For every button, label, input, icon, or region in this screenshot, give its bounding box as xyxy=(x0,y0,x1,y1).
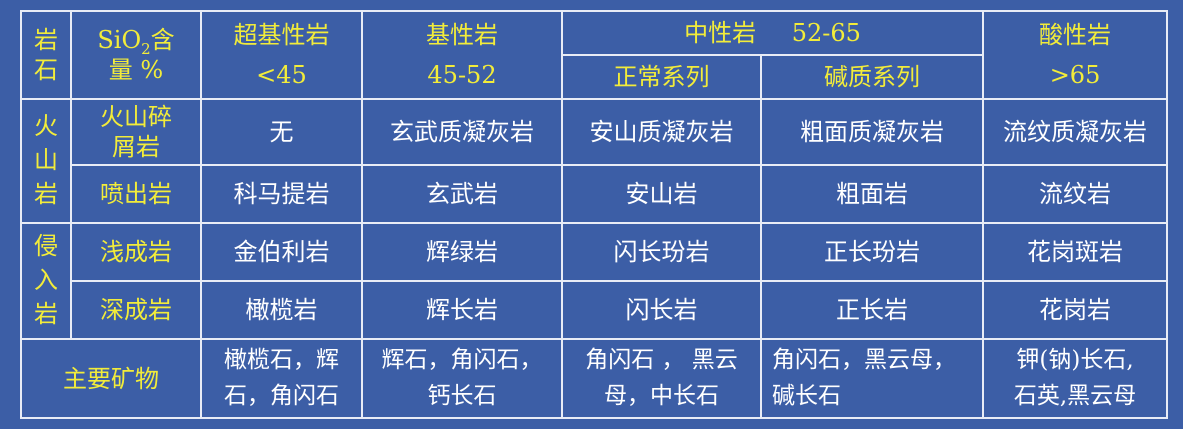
rock-classification-table: 岩 石 SiO2含 量 % 超基性岩 <45 基性岩 45-52 中性岩 52-… xyxy=(20,10,1169,419)
header-acidic-name: 酸性岩 xyxy=(1039,21,1112,49)
header-rock-line2: 石 xyxy=(34,56,58,84)
header-sio2-line1: SiO2含 xyxy=(76,25,196,58)
mineral-cell: 钾(钠)长石, 石英,黑云母 xyxy=(982,338,1169,419)
mineral-line: 石，角闪石 xyxy=(224,382,339,409)
header-intermediate-name: 中性岩 xyxy=(684,19,757,47)
table-cell: 正长玢岩 xyxy=(759,222,985,282)
group-volcanic-char3: 岩 xyxy=(34,179,58,208)
table-cell: 玄武岩 xyxy=(361,164,563,224)
table-cell: 流纹质凝灰岩 xyxy=(982,98,1169,166)
table-cell: 粗面岩 xyxy=(759,164,985,224)
minerals-label: 主要矿物 xyxy=(20,338,202,419)
header-sio2-cell: SiO2含 量 % xyxy=(70,10,202,100)
header-alkaline-series: 碱质系列 xyxy=(759,54,985,100)
table-cell: 粗面质凝灰岩 xyxy=(759,98,985,166)
table-cell: 安山岩 xyxy=(561,164,762,224)
mineral-line: 母，中长石 xyxy=(604,382,719,409)
group-volcanic-char1: 火 xyxy=(34,112,58,141)
table-cell: 闪长岩 xyxy=(561,280,762,340)
mineral-cell: 角闪石，黑云母， 碱长石 xyxy=(759,338,985,419)
mineral-cell: 橄榄石，辉 石，角闪石 xyxy=(200,338,363,419)
row-type-extrusive: 喷出岩 xyxy=(70,164,202,224)
header-intermediate-cell: 中性岩 52-65 xyxy=(560,10,985,56)
table-cell: 安山质凝灰岩 xyxy=(561,98,762,166)
header-ultrabasic-name: 超基性岩 xyxy=(233,21,330,49)
header-basic-cell: 基性岩 45-52 xyxy=(361,10,563,100)
header-acidic-range: >65 xyxy=(1049,61,1101,89)
row-type-plutonic: 深成岩 xyxy=(70,280,202,340)
sio2-subscript: 2 xyxy=(141,40,151,58)
row-type-line: 火山碎 xyxy=(100,103,172,131)
header-ultrabasic-cell: 超基性岩 <45 xyxy=(200,10,363,100)
slide: 岩 石 SiO2含 量 % 超基性岩 <45 基性岩 45-52 中性岩 52-… xyxy=(0,0,1183,429)
group-volcanic-char2: 山 xyxy=(34,146,58,175)
table-cell: 辉长岩 xyxy=(361,280,563,340)
mineral-cell: 角闪石 ， 黑云 母，中长石 xyxy=(561,338,762,419)
header-rock-line1: 岩 xyxy=(34,26,58,54)
sio2-prefix: SiO xyxy=(97,26,142,54)
mineral-line: 钙长石 xyxy=(427,382,497,409)
group-intrusive-char1: 侵 xyxy=(34,232,58,261)
table-cell: 流纹岩 xyxy=(982,164,1169,224)
group-intrusive-char3: 岩 xyxy=(34,299,58,328)
row-type-line: 屑岩 xyxy=(112,133,160,161)
header-rock-cell: 岩 石 xyxy=(20,10,72,100)
mineral-cell: 辉石，角闪石， 钙长石 xyxy=(361,338,563,419)
mineral-line: 辉石，角闪石， xyxy=(381,346,543,373)
mineral-line: 钾(钠)长石, xyxy=(1016,346,1134,373)
table-cell: 无 xyxy=(200,98,363,166)
table-cell: 玄武质凝灰岩 xyxy=(361,98,563,166)
mineral-line: 角闪石，黑云母， xyxy=(772,346,956,373)
mineral-line: 角闪石 ， 黑云 xyxy=(585,346,738,373)
mineral-line: 橄榄石，辉 xyxy=(224,346,339,373)
table-cell: 花岗岩 xyxy=(982,280,1169,340)
header-sio2-line2: 量 % xyxy=(108,56,164,84)
group-intrusive-char2: 入 xyxy=(34,266,58,295)
table-cell: 科马提岩 xyxy=(200,164,363,224)
table-cell: 正长岩 xyxy=(759,280,985,340)
mineral-line: 石英,黑云母 xyxy=(1013,382,1137,409)
sio2-suffix: 含 xyxy=(150,26,175,54)
header-ultrabasic-range: <45 xyxy=(256,61,307,89)
table-cell: 金伯利岩 xyxy=(200,222,363,282)
mineral-line: 碱长石 xyxy=(772,382,841,409)
group-intrusive: 侵 入 岩 xyxy=(20,222,72,340)
header-normal-series: 正常系列 xyxy=(561,54,762,100)
header-acidic-cell: 酸性岩 >65 xyxy=(982,10,1169,100)
row-type-hypabyssal: 浅成岩 xyxy=(70,222,202,282)
group-volcanic: 火 山 岩 xyxy=(20,98,72,224)
header-basic-range: 45-52 xyxy=(427,61,497,89)
table-cell: 花岗斑岩 xyxy=(982,222,1169,282)
header-intermediate-range: 52-65 xyxy=(791,19,861,47)
table-cell: 橄榄岩 xyxy=(200,280,363,340)
table-cell: 闪长玢岩 xyxy=(561,222,762,282)
row-type-volcaniclastic: 火山碎 屑岩 xyxy=(70,98,202,166)
table-cell: 辉绿岩 xyxy=(361,222,563,282)
header-basic-name: 基性岩 xyxy=(426,21,498,49)
